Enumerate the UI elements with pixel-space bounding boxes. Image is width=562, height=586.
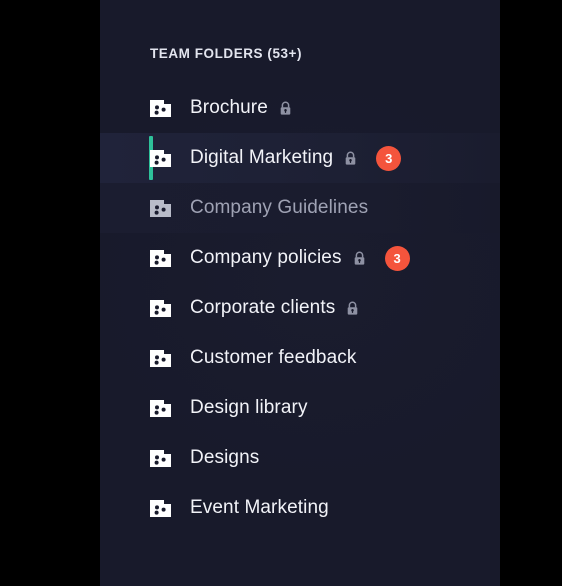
- folder-icon: [150, 249, 171, 267]
- folder-row[interactable]: Digital Marketing 3: [100, 133, 500, 183]
- team-folders-sidebar: TEAM FOLDERS (53+) Brochure Digital Marke…: [100, 0, 500, 586]
- folder-row[interactable]: Design library: [100, 383, 500, 433]
- folder-label: Event Marketing: [190, 497, 329, 518]
- folder-row[interactable]: Event Marketing: [100, 483, 500, 533]
- folder-row[interactable]: Brochure: [100, 83, 500, 133]
- lock-icon: [346, 301, 359, 316]
- lock-icon: [279, 101, 292, 116]
- screen-root: TEAM FOLDERS (53+) Brochure Digital Marke…: [0, 0, 562, 586]
- team-folders-list: Brochure Digital Marketing 3 Company Guidel…: [100, 83, 500, 533]
- folder-row[interactable]: Designs: [100, 433, 500, 483]
- folder-label: Design library: [190, 397, 308, 418]
- folder-label: Company Guidelines: [190, 197, 369, 218]
- folder-row[interactable]: Corporate clients: [100, 283, 500, 333]
- folder-label: Designs: [190, 447, 260, 468]
- folder-label: Brochure: [190, 97, 268, 118]
- section-header-team-folders: TEAM FOLDERS (53+): [150, 46, 303, 61]
- folder-icon: [150, 149, 171, 167]
- lock-icon: [344, 151, 357, 166]
- folder-icon: [150, 99, 171, 117]
- notification-badge: 3: [376, 145, 402, 171]
- folder-row[interactable]: Customer feedback: [100, 333, 500, 383]
- lock-icon: [353, 251, 366, 266]
- notification-badge: 3: [384, 245, 410, 271]
- folder-row[interactable]: Company policies 3: [100, 233, 500, 283]
- folder-icon: [150, 449, 171, 467]
- folder-icon: [150, 349, 171, 367]
- folder-icon: [150, 199, 171, 217]
- folder-label: Customer feedback: [190, 347, 357, 368]
- folder-label: Corporate clients: [190, 297, 336, 318]
- folder-label: Digital Marketing: [190, 147, 334, 168]
- folder-icon: [150, 399, 171, 417]
- folder-label: Company policies: [190, 247, 342, 268]
- folder-row[interactable]: Company Guidelines: [100, 183, 500, 233]
- folder-icon: [150, 299, 171, 317]
- folder-icon: [150, 499, 171, 517]
